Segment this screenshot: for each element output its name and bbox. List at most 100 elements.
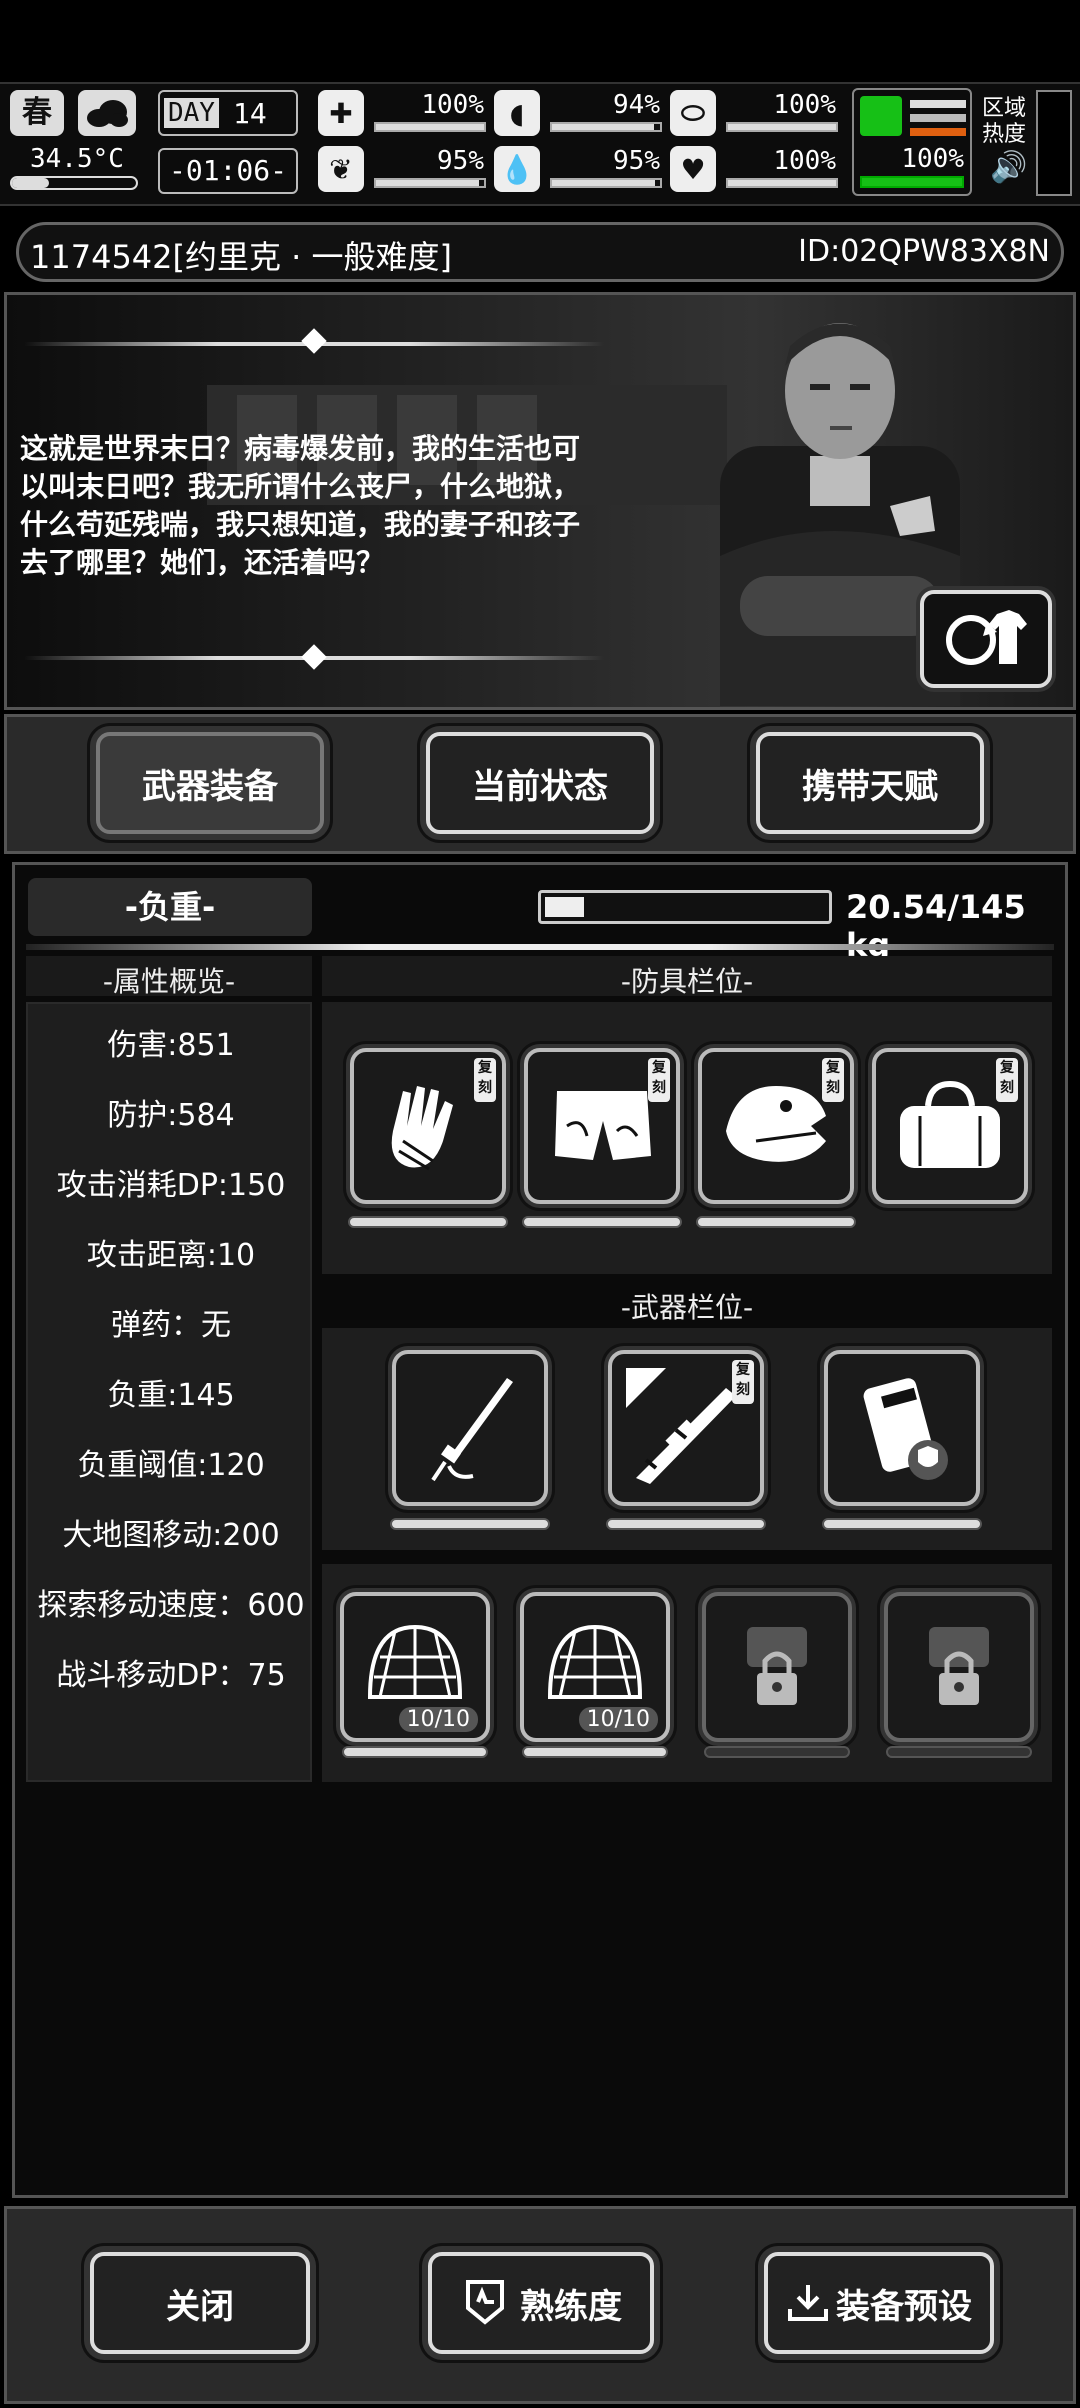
stamina-stripe-white xyxy=(910,100,966,108)
stat-pill: ⬭ 100% xyxy=(670,90,840,142)
weapons-title: -武器栏位- xyxy=(620,1291,754,1324)
brain-value: 95% xyxy=(437,146,484,176)
weapon-slot-ammo-box-durability xyxy=(822,1518,982,1530)
medical-bar xyxy=(374,122,486,132)
accessory-slot-locked-1-bar xyxy=(704,1746,850,1758)
bag-icon xyxy=(900,1080,1000,1168)
replica-tag: 复刻 xyxy=(732,1360,754,1404)
character-quote: 这就是世界末日？病毒爆发前，我的生活也可以叫末日吧？我无所谓什么丧尸，什么地狱，… xyxy=(20,432,581,579)
heart-bar xyxy=(726,178,838,188)
region-heat-label: 区域 热度 xyxy=(982,96,1027,147)
speaker-icon[interactable]: 🔊 xyxy=(990,150,1027,185)
water-value: 95% xyxy=(613,146,660,176)
gloves-icon xyxy=(391,1086,453,1171)
character-id: ID:02QPW83X8N xyxy=(798,234,1050,269)
accessory-slot-net-1[interactable]: 10/10 xyxy=(340,1592,490,1742)
change-outfit-button[interactable] xyxy=(920,590,1052,688)
temperature-readout: 34.5°C xyxy=(30,144,124,174)
day-number: 14 xyxy=(232,96,267,130)
armor-slot-dino-mask[interactable]: 复刻 xyxy=(698,1048,854,1204)
stamina-stripe-orange xyxy=(910,128,966,136)
stamina-stripe-gray xyxy=(910,114,966,122)
water-drop-icon: 💧 xyxy=(494,146,540,192)
day-panel: DAY 14 xyxy=(158,90,298,136)
region-heat-meter xyxy=(1036,90,1072,196)
armor-slot-shorts-durability xyxy=(522,1216,682,1228)
stamina-bar xyxy=(860,176,964,188)
attr-ammo: 弹药：无 xyxy=(111,1308,231,1343)
medal-icon xyxy=(466,2280,504,2325)
download-tray-icon xyxy=(788,2285,828,2321)
attr-defense: 防护:584 xyxy=(107,1098,235,1133)
refresh-shirt-icon xyxy=(946,610,1027,665)
armor-slot-bag[interactable]: 复刻 xyxy=(872,1048,1028,1204)
heart-value: 100% xyxy=(773,146,836,176)
replica-tag: 复刻 xyxy=(996,1058,1018,1102)
clock-readout: -01:06- xyxy=(158,148,298,194)
accessory-slot-net-2-bar xyxy=(522,1746,668,1758)
tab-weapons[interactable]: 武器装备 xyxy=(96,732,324,834)
pill-value: 100% xyxy=(773,90,836,120)
proficiency-label: 熟练度 xyxy=(520,2286,622,2327)
close-button[interactable]: 关闭 xyxy=(90,2252,310,2354)
weather-cloud-icon xyxy=(78,90,136,136)
weapon-slot-rifle-durability xyxy=(606,1518,766,1530)
attr-combat-dp: 战斗移动DP：75 xyxy=(56,1658,286,1693)
dino-mask-icon xyxy=(726,1086,826,1162)
replica-tag: 复刻 xyxy=(822,1058,844,1102)
armor-slot-gloves[interactable]: 复刻 xyxy=(350,1048,506,1204)
weapon-slot-sword[interactable] xyxy=(392,1350,548,1506)
net-count: 10/10 xyxy=(398,1707,478,1732)
load-bar xyxy=(538,890,832,924)
armor-slot-shorts[interactable]: 复刻 xyxy=(524,1048,680,1204)
weapon-slot-ammo-box[interactable] xyxy=(824,1350,980,1506)
thermometer-icon xyxy=(10,176,138,190)
heart-icon: ♥ xyxy=(670,146,716,192)
load-label: -负重- xyxy=(28,878,312,936)
water-bar xyxy=(550,178,662,188)
armor-title: -防具栏位- xyxy=(620,965,754,998)
accessory-slot-locked-2[interactable] xyxy=(884,1592,1034,1742)
ammo-box-icon xyxy=(863,1378,948,1480)
stat-water: 💧 95% xyxy=(494,146,664,198)
tab-talents[interactable]: 携带天赋 xyxy=(756,732,984,834)
armor-slot-dino-mask-durability xyxy=(696,1216,856,1228)
attr-attack-dp: 攻击消耗DP:150 xyxy=(56,1168,286,1203)
day-label: DAY xyxy=(164,98,219,128)
accessory-slot-net-2[interactable]: 10/10 xyxy=(520,1592,670,1742)
accessory-slot-net-1-bar xyxy=(342,1746,488,1758)
pill-icon: ⬭ xyxy=(670,90,716,136)
lock-icon xyxy=(747,1627,807,1705)
stat-stomach: ◖ 94% xyxy=(494,90,664,142)
weapon-slot-rifle[interactable]: 复刻 xyxy=(608,1350,764,1506)
attributes-title: -属性概览- xyxy=(102,965,236,998)
stat-brain: ❦ 95% xyxy=(318,146,488,198)
medical-kit-icon: ✚ xyxy=(318,90,364,136)
preset-label: 装备预设 xyxy=(836,2286,972,2327)
stat-medical: ✚ 100% xyxy=(318,90,488,142)
medical-value: 100% xyxy=(421,90,484,120)
stomach-bar xyxy=(550,122,662,132)
boot-icon xyxy=(860,96,902,136)
stamina-value: 100% xyxy=(901,144,964,174)
armor-slot-gloves-durability xyxy=(348,1216,508,1228)
pill-bar xyxy=(726,122,838,132)
stat-heart: ♥ 100% xyxy=(670,146,840,198)
replica-tag: 复刻 xyxy=(648,1058,670,1102)
attr-load: 负重:145 xyxy=(107,1378,235,1413)
tab-status[interactable]: 当前状态 xyxy=(426,732,654,834)
net-icon xyxy=(367,1624,463,1699)
accessory-slot-locked-1[interactable] xyxy=(702,1592,852,1742)
equipment-preset-button[interactable]: 装备预设 xyxy=(764,2252,994,2354)
shorts-icon xyxy=(555,1091,651,1160)
load-value: 20.54/145 kg xyxy=(846,888,1026,964)
attr-explore-speed: 探索移动速度：600 xyxy=(37,1588,305,1623)
weapon-slot-sword-durability xyxy=(390,1518,550,1530)
net-count: 10/10 xyxy=(578,1707,658,1732)
proficiency-button[interactable]: 熟练度 xyxy=(428,2252,654,2354)
brain-icon: ❦ xyxy=(318,146,364,192)
stomach-icon: ◖ xyxy=(494,90,540,136)
attr-load-threshold: 负重阈值:120 xyxy=(77,1448,265,1483)
attr-damage: 伤害:851 xyxy=(107,1028,235,1063)
load-divider xyxy=(26,944,1054,950)
